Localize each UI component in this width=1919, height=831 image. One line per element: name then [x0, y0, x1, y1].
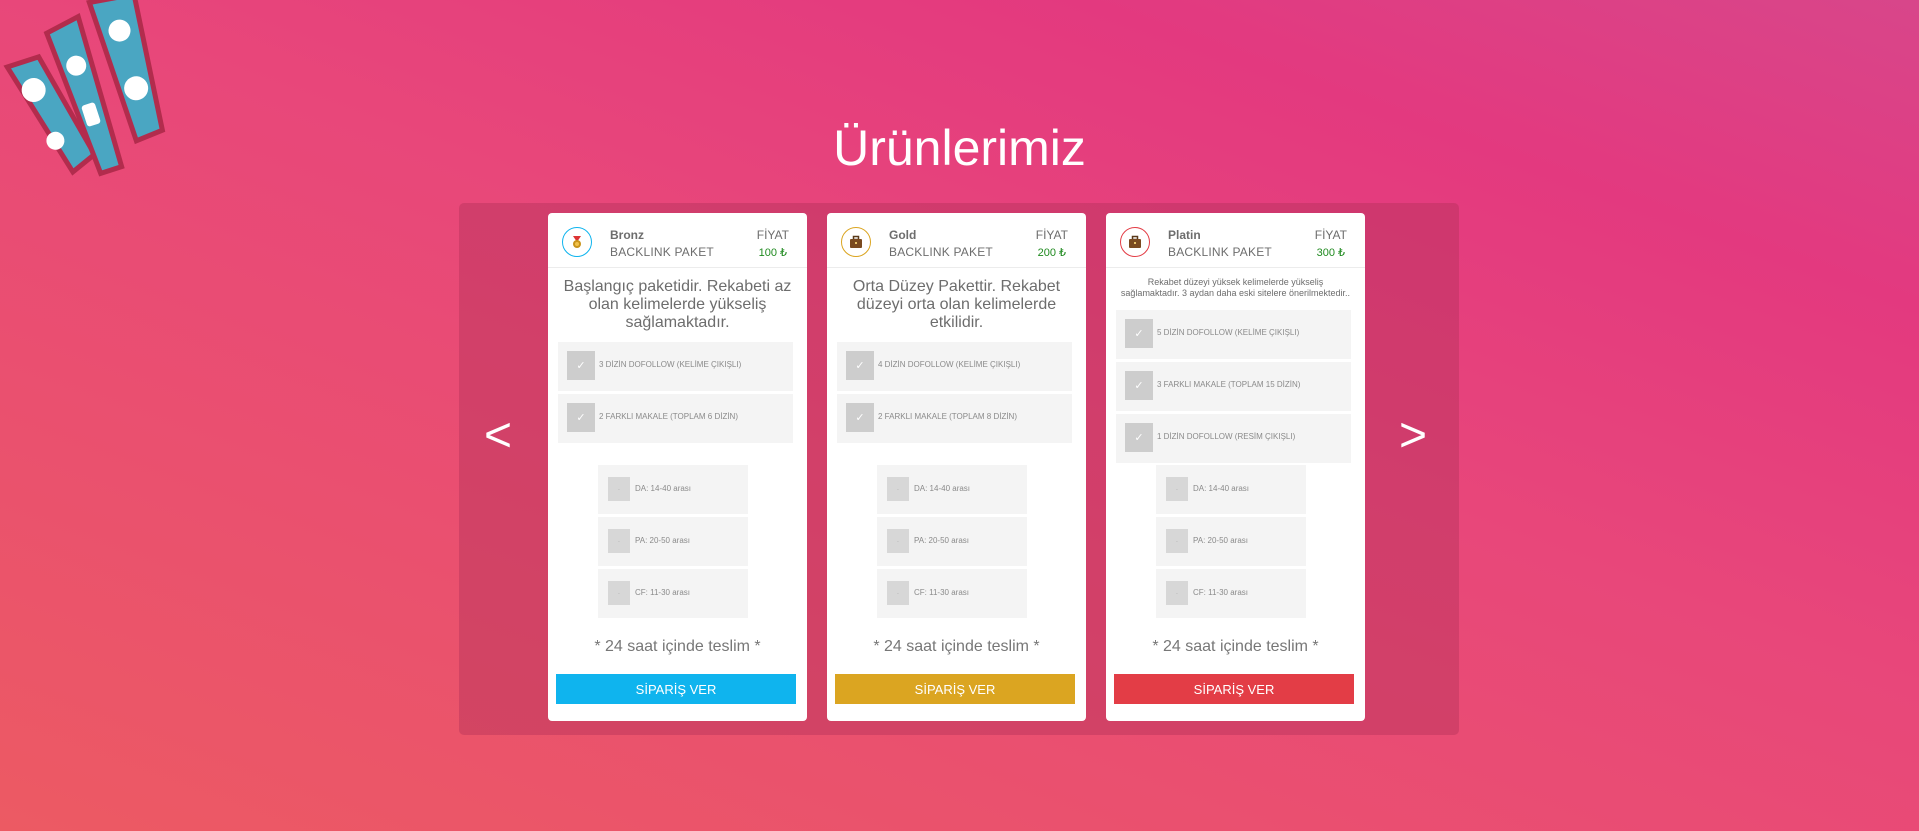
package-price: 100 ₺ — [758, 247, 787, 259]
package-name: Bronz — [610, 228, 644, 242]
check-icon: ✓ — [846, 351, 874, 380]
bullet-icon: · — [887, 581, 909, 605]
metric-item: · CF: 11-30 arası — [598, 569, 748, 618]
metric-item: · PA: 20-50 arası — [1156, 517, 1306, 566]
feature-text: 5 DİZİN DOFOLLOW (KELİME ÇIKIŞLI) — [1157, 328, 1300, 337]
feature-item: ✓ 3 DİZİN DOFOLLOW (KELİME ÇIKIŞLI) — [558, 342, 793, 391]
bullet-icon: · — [1166, 529, 1188, 553]
feature-text: 3 DİZİN DOFOLLOW (KELİME ÇIKIŞLI) — [599, 360, 742, 369]
bullet-icon: · — [1166, 581, 1188, 605]
feature-text: 2 FARKLI MAKALE (TOPLAM 8 DİZİN) — [878, 412, 1017, 421]
feature-list: ✓ 3 DİZİN DOFOLLOW (KELİME ÇIKIŞLI) ✓ 2 … — [558, 342, 793, 446]
price-label: FİYAT — [1314, 228, 1347, 242]
metric-item: · DA: 14-40 arası — [1156, 465, 1306, 514]
carousel-prev-button[interactable]: < — [484, 412, 512, 460]
price-label: FİYAT — [756, 228, 789, 242]
check-icon: ✓ — [1125, 319, 1153, 348]
package-name: Gold — [889, 228, 917, 242]
package-price: 300 ₺ — [1316, 247, 1345, 259]
metric-item: · DA: 14-40 arası — [877, 465, 1027, 514]
check-icon: ✓ — [567, 351, 595, 380]
price-label: FİYAT — [1035, 228, 1068, 242]
metric-list: · DA: 14-40 arası · PA: 20-50 arası · CF… — [877, 465, 1027, 621]
package-price: 200 ₺ — [1037, 247, 1066, 259]
metric-text: PA: 20-50 arası — [1193, 536, 1248, 545]
briefcase-icon — [1120, 227, 1150, 257]
metric-text: PA: 20-50 arası — [635, 536, 690, 545]
metric-text: PA: 20-50 arası — [914, 536, 969, 545]
metric-list: · DA: 14-40 arası · PA: 20-50 arası · CF… — [598, 465, 748, 621]
feature-item: ✓ 5 DİZİN DOFOLLOW (KELİME ÇIKIŞLI) — [1116, 310, 1351, 359]
metric-item: · DA: 14-40 arası — [598, 465, 748, 514]
check-icon: ✓ — [1125, 371, 1153, 400]
order-button[interactable]: SİPARİŞ VER — [835, 674, 1075, 704]
metric-text: DA: 14-40 arası — [914, 484, 971, 493]
package-description: Rekabet düzeyi yüksek kelimelerde yüksel… — [1120, 277, 1351, 298]
feature-item: ✓ 3 FARKLI MAKALE (TOPLAM 15 DİZİN) — [1116, 362, 1351, 411]
product-card-bronz: Bronz BACKLINK PAKET FİYAT 100 ₺ Başlang… — [548, 213, 807, 721]
product-card-platin: Platin BACKLINK PAKET FİYAT 300 ₺ Rekabe… — [1106, 213, 1365, 721]
bullet-icon: · — [887, 477, 909, 501]
metric-item: · CF: 11-30 arası — [877, 569, 1027, 618]
feature-list: ✓ 5 DİZİN DOFOLLOW (KELİME ÇIKIŞLI) ✓ 3 … — [1116, 310, 1351, 466]
medal-icon — [562, 227, 592, 257]
feature-item: ✓ 4 DİZİN DOFOLLOW (KELİME ÇIKIŞLI) — [837, 342, 1072, 391]
bullet-icon: · — [887, 529, 909, 553]
delivery-note: * 24 saat içinde teslim * — [1152, 638, 1319, 655]
card-header: Gold BACKLINK PAKET FİYAT 200 ₺ — [827, 213, 1086, 268]
check-icon: ✓ — [1125, 423, 1153, 452]
bullet-icon: · — [608, 529, 630, 553]
card-header: Platin BACKLINK PAKET FİYAT 300 ₺ — [1106, 213, 1365, 268]
feature-item: ✓ 2 FARKLI MAKALE (TOPLAM 8 DİZİN) — [837, 394, 1072, 443]
metric-text: CF: 11-30 arası — [635, 588, 690, 597]
bullet-icon: · — [608, 477, 630, 501]
metric-item: · CF: 11-30 arası — [1156, 569, 1306, 618]
feature-text: 1 DİZİN DOFOLLOW (RESİM ÇIKIŞLI) — [1157, 432, 1296, 441]
metric-text: CF: 11-30 arası — [914, 588, 969, 597]
delivery-note: * 24 saat içinde teslim * — [594, 638, 761, 655]
order-button[interactable]: SİPARİŞ VER — [556, 674, 796, 704]
package-description: Orta Düzey Pakettir. Rekabet düzeyi orta… — [852, 278, 1061, 331]
check-icon: ✓ — [846, 403, 874, 432]
package-subtitle: BACKLINK PAKET — [889, 245, 993, 259]
check-icon: ✓ — [567, 403, 595, 432]
metric-text: CF: 11-30 arası — [1193, 588, 1248, 597]
page-title: Ürünlerimiz — [833, 120, 1086, 176]
feature-text: 4 DİZİN DOFOLLOW (KELİME ÇIKIŞLI) — [878, 360, 1021, 369]
delivery-note: * 24 saat içinde teslim * — [873, 638, 1040, 655]
package-description: Başlangıç paketidir. Rekabeti az olan ke… — [563, 278, 792, 331]
bullet-icon: · — [1166, 477, 1188, 501]
carousel-next-button[interactable]: > — [1399, 412, 1427, 460]
metric-list: · DA: 14-40 arası · PA: 20-50 arası · CF… — [1156, 465, 1306, 621]
metric-text: DA: 14-40 arası — [1193, 484, 1250, 493]
metric-item: · PA: 20-50 arası — [877, 517, 1027, 566]
feature-text: 2 FARKLI MAKALE (TOPLAM 6 DİZİN) — [599, 412, 738, 421]
package-name: Platin — [1168, 228, 1201, 242]
feature-item: ✓ 2 FARKLI MAKALE (TOPLAM 6 DİZİN) — [558, 394, 793, 443]
feature-list: ✓ 4 DİZİN DOFOLLOW (KELİME ÇIKIŞLI) ✓ 2 … — [837, 342, 1072, 446]
feature-item: ✓ 1 DİZİN DOFOLLOW (RESİM ÇIKIŞLI) — [1116, 414, 1351, 463]
order-button[interactable]: SİPARİŞ VER — [1114, 674, 1354, 704]
card-header: Bronz BACKLINK PAKET FİYAT 100 ₺ — [548, 213, 807, 268]
package-subtitle: BACKLINK PAKET — [1168, 245, 1272, 259]
product-card-gold: Gold BACKLINK PAKET FİYAT 200 ₺ Orta Düz… — [827, 213, 1086, 721]
metric-item: · PA: 20-50 arası — [598, 517, 748, 566]
metric-text: DA: 14-40 arası — [635, 484, 692, 493]
briefcase-icon — [841, 227, 871, 257]
bullet-icon: · — [608, 581, 630, 605]
feature-text: 3 FARKLI MAKALE (TOPLAM 15 DİZİN) — [1157, 380, 1301, 389]
package-subtitle: BACKLINK PAKET — [610, 245, 714, 259]
